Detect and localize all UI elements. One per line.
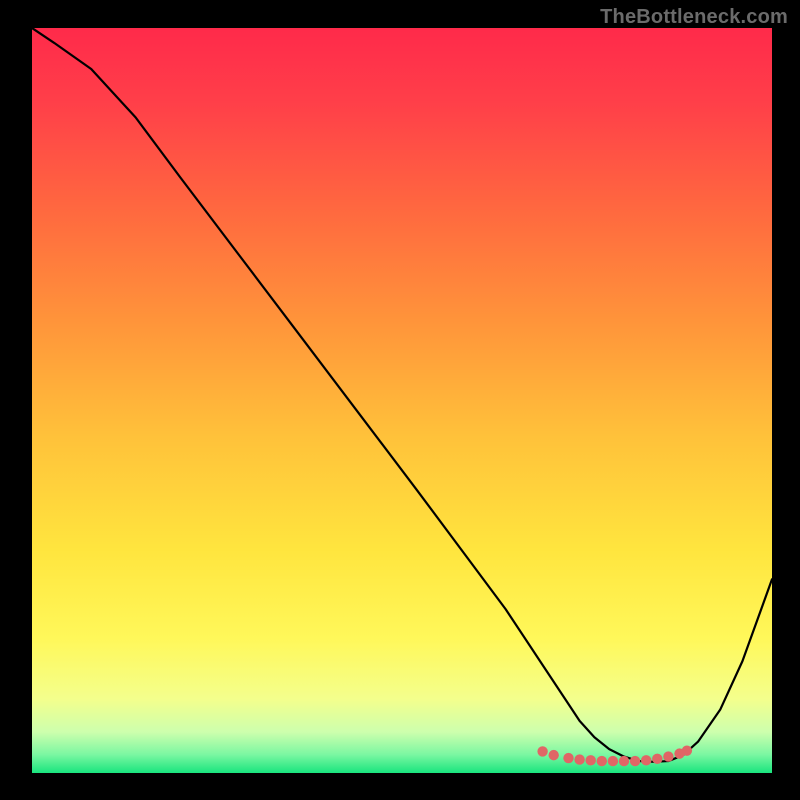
curve-marker	[630, 756, 640, 766]
curve-marker	[549, 750, 559, 760]
curve-marker	[641, 755, 651, 765]
watermark-text: TheBottleneck.com	[600, 6, 788, 29]
curve-marker	[586, 755, 596, 765]
curve-marker	[563, 753, 573, 763]
curve-marker	[663, 751, 673, 761]
curve-marker	[608, 756, 618, 766]
plot-area	[32, 28, 772, 773]
chart-svg	[32, 28, 772, 773]
curve-marker	[537, 746, 547, 756]
curve-marker	[619, 756, 629, 766]
gradient-background	[32, 28, 772, 773]
chart-frame: TheBottleneck.com	[0, 0, 800, 800]
curve-marker	[597, 756, 607, 766]
curve-marker	[652, 754, 662, 764]
curve-marker	[682, 745, 692, 755]
curve-marker	[574, 754, 584, 764]
